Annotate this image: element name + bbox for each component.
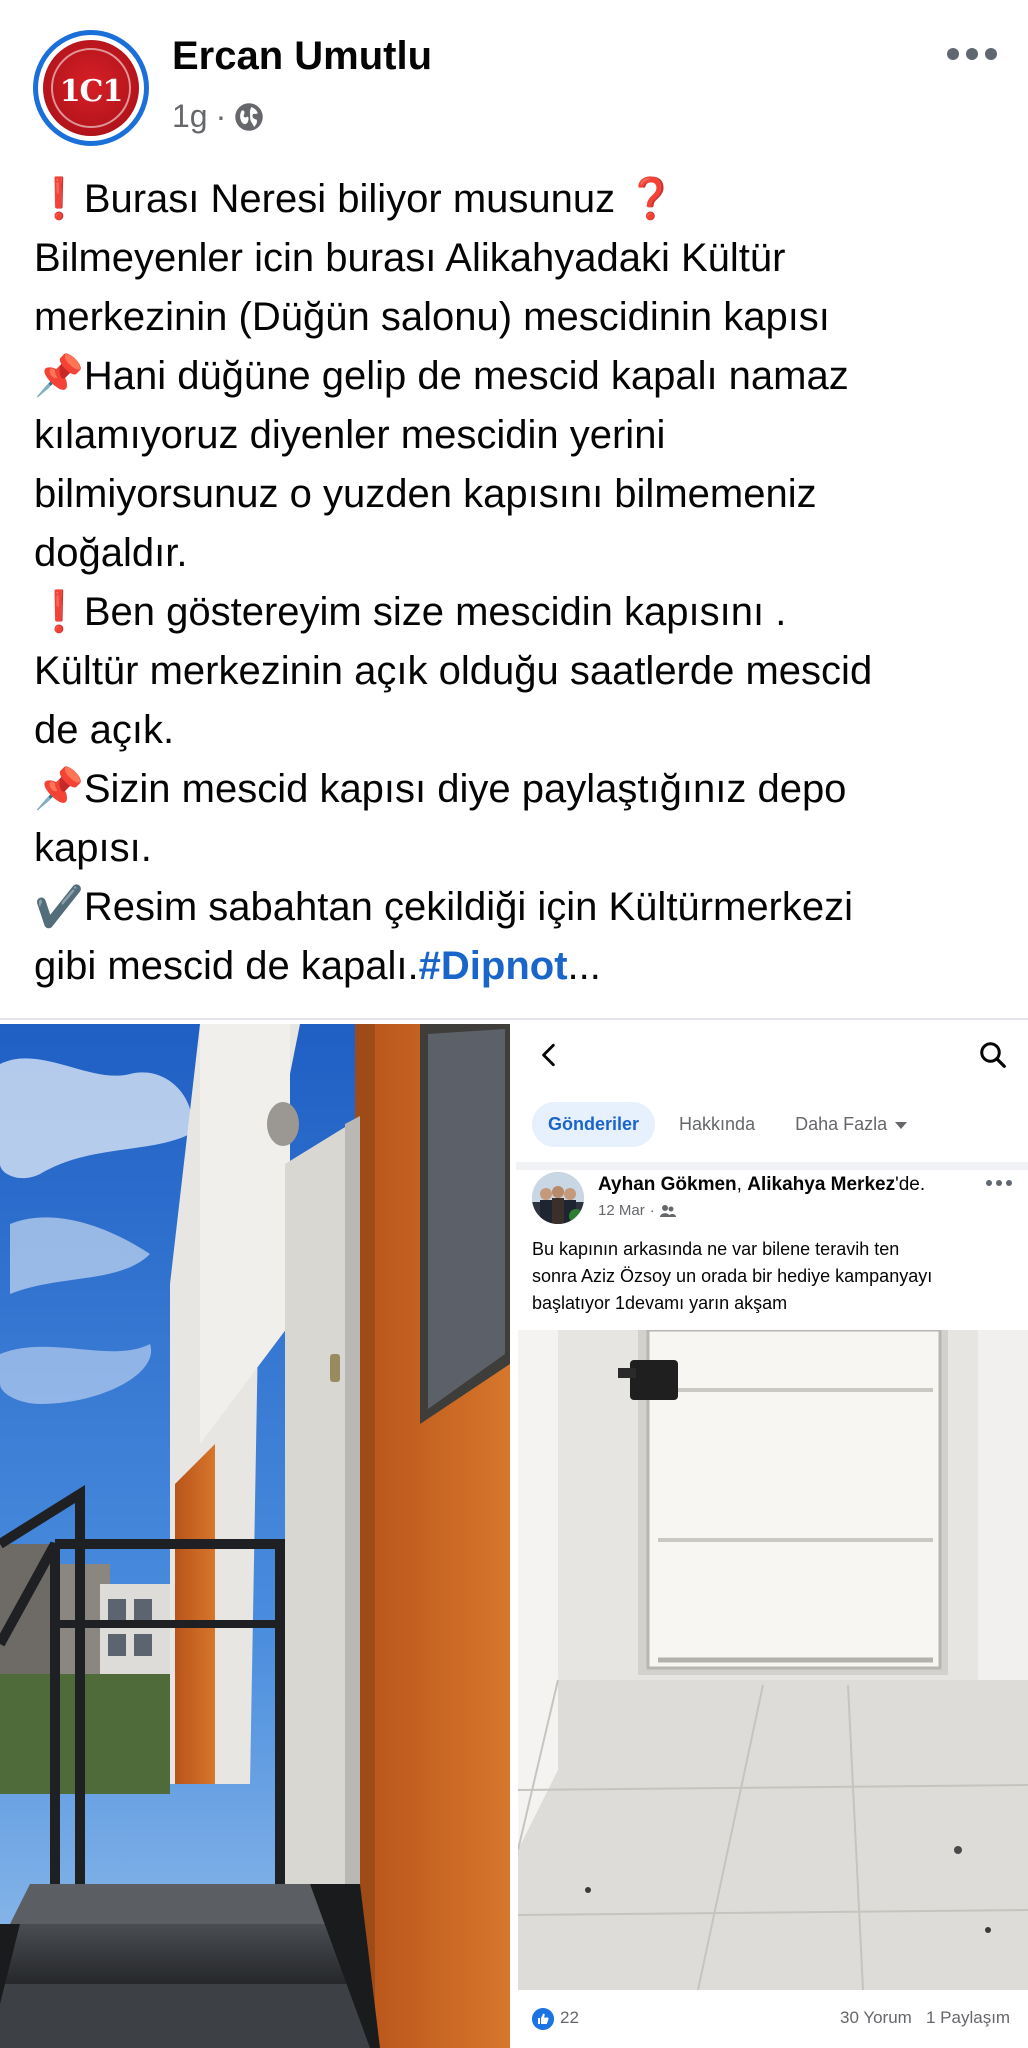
friends-icon bbox=[659, 1204, 676, 1217]
door-photo bbox=[518, 1330, 1028, 1990]
hashtag-link[interactable]: #Dipnot bbox=[419, 944, 568, 988]
share-count[interactable]: 1 Paylaşım bbox=[926, 2008, 1010, 2028]
inner-post-text: Bu kapının arkasında ne var bilene terav… bbox=[532, 1236, 1022, 1317]
meta-separator: · bbox=[215, 98, 227, 134]
pushpin-icon: 📌 bbox=[34, 766, 84, 812]
post-photo-right[interactable]: Gönderiler Hakkında Daha Fazla Ayhan Gök… bbox=[516, 1024, 1028, 2048]
chevron-down-icon bbox=[895, 1121, 908, 1129]
inner-avatar[interactable] bbox=[532, 1172, 584, 1224]
question-icon: ❓ bbox=[626, 176, 677, 222]
like-icon bbox=[532, 2008, 554, 2030]
inner-author-name[interactable]: Ayhan Gökmen bbox=[598, 1174, 737, 1195]
post-text-line: ❗Ben göstereyim size mescidin kapısını . bbox=[34, 589, 787, 635]
post-text-line: kılamıyoruz diyenler mescidin yerini bbox=[34, 413, 666, 457]
inner-date[interactable]: 12 Mar bbox=[598, 1202, 645, 1219]
more-options-icon[interactable] bbox=[942, 40, 1002, 68]
post-meta: 1g · bbox=[172, 98, 264, 135]
inner-more-options-icon[interactable] bbox=[986, 1180, 1012, 1186]
post-time[interactable]: 1g bbox=[172, 98, 208, 135]
post-text-line: Kültür merkezinin açık olduğu saatlerde … bbox=[34, 649, 873, 693]
checkmark-icon: ✔️ bbox=[34, 884, 84, 930]
post-text-line: 📌Hani düğüne gelip de mescid kapalı nama… bbox=[34, 353, 849, 399]
avatar-logo-text: 1C1 bbox=[59, 74, 124, 109]
post-text: ❗Burası Neresi biliyor musunuz ❓ Bilmeye… bbox=[34, 170, 1014, 996]
post-text-line: ❗Burası Neresi biliyor musunuz ❓ bbox=[34, 176, 677, 222]
inner-author: Ayhan Gökmen, Alikahya Merkez'de. bbox=[598, 1174, 926, 1195]
tab-more[interactable]: Daha Fazla bbox=[779, 1102, 923, 1147]
inner-text-line: sonra Aziz Özsoy un orada bir hediye kam… bbox=[532, 1266, 933, 1286]
divider bbox=[0, 1018, 1028, 1020]
inner-separator bbox=[516, 1162, 1028, 1170]
comment-count[interactable]: 30 Yorum bbox=[840, 2008, 912, 2028]
post-photo-left[interactable] bbox=[0, 1024, 510, 2048]
post-header: 1C1 Ercan Umutlu 1g · bbox=[0, 0, 1028, 150]
tab-about[interactable]: Hakkında bbox=[663, 1102, 771, 1147]
post-text-line: kapısı. bbox=[34, 826, 152, 870]
inner-text-line: başlatıyor 1devamı yarın akşam bbox=[532, 1293, 788, 1313]
inner-topbar bbox=[516, 1024, 1028, 1084]
stairs-photo bbox=[0, 1024, 510, 2048]
post-text-line: ✔️Resim sabahtan çekildiği için Kültürme… bbox=[34, 884, 854, 930]
inner-location[interactable]: Alikahya Merkez bbox=[747, 1174, 895, 1195]
inner-door-photo[interactable] bbox=[518, 1330, 1028, 1990]
post-text-line: gibi mescid de kapalı.#Dipnot... bbox=[34, 944, 601, 988]
post-text-line: 📌Sizin mescid kapısı diye paylaştığınız … bbox=[34, 766, 847, 812]
inner-tabs: Gönderiler Hakkında Daha Fazla bbox=[532, 1102, 923, 1147]
post-text-line: de açık. bbox=[34, 708, 175, 752]
post-text-line: merkezinin (Düğün salonu) mescidinin kap… bbox=[34, 295, 830, 339]
exclamation-icon: ❗ bbox=[34, 589, 84, 635]
exclamation-icon: ❗ bbox=[34, 176, 84, 222]
see-more-link[interactable]: ... bbox=[568, 944, 601, 988]
inner-meta: 12 Mar · bbox=[598, 1202, 676, 1219]
inner-reactions-bar: 22 30 Yorum 1 Paylaşım bbox=[516, 1990, 1028, 2048]
author-avatar[interactable]: 1C1 bbox=[33, 30, 149, 146]
post-text-line: doğaldır. bbox=[34, 531, 188, 575]
pushpin-icon: 📌 bbox=[34, 353, 84, 399]
inner-text-line: Bu kapının arkasında ne var bilene terav… bbox=[532, 1239, 900, 1259]
search-icon[interactable] bbox=[978, 1040, 1008, 1070]
post-text-line: bilmiyorsunuz o yuzden kapısını bilmemen… bbox=[34, 472, 817, 516]
avatar-logo: 1C1 bbox=[43, 40, 139, 136]
author-name[interactable]: Ercan Umutlu bbox=[172, 34, 432, 79]
post-text-line: Bilmeyenler icin burası Alikahyadaki Kül… bbox=[34, 236, 786, 280]
globe-icon bbox=[235, 102, 263, 131]
tab-posts[interactable]: Gönderiler bbox=[532, 1102, 656, 1147]
back-arrow-icon[interactable] bbox=[536, 1042, 562, 1068]
like-count[interactable]: 22 bbox=[560, 2008, 579, 2028]
